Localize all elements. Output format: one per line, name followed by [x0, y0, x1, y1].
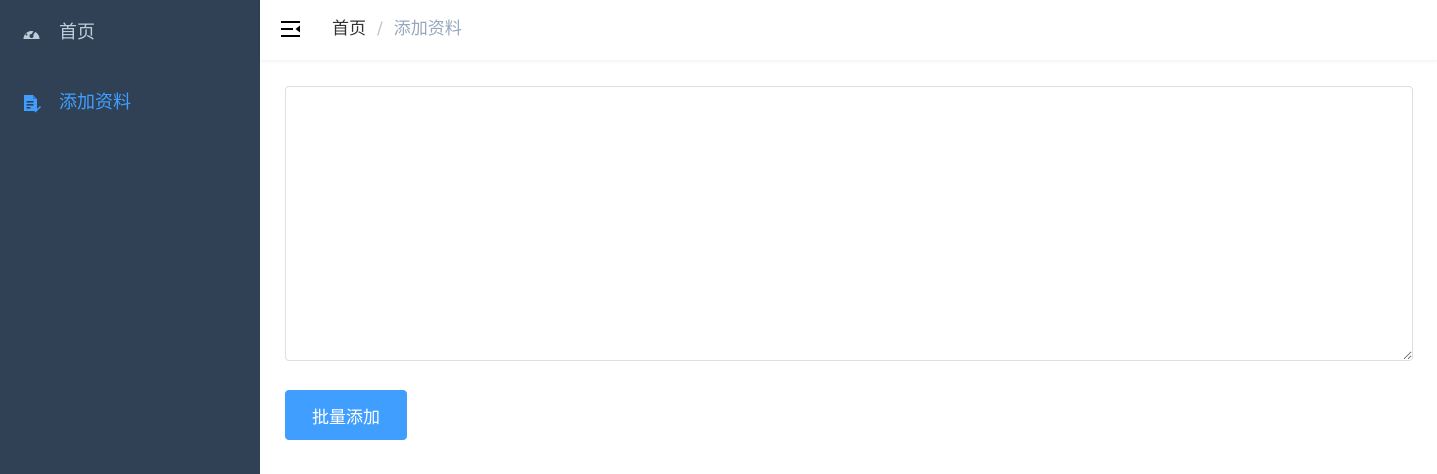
breadcrumb: 首页 / 添加资料 [332, 17, 462, 41]
sidebar: 首页 添加资料 [0, 0, 260, 474]
breadcrumb-current: 添加资料 [393, 19, 462, 39]
batch-add-button[interactable]: 批量添加 [285, 390, 407, 440]
sidebar-item-home[interactable]: 首页 [0, 5, 260, 61]
navbar: 首页 / 添加资料 [260, 0, 1437, 60]
breadcrumb-separator: / [377, 19, 383, 39]
breadcrumb-home[interactable]: 首页 [332, 17, 366, 41]
hamburger-icon[interactable] [280, 18, 302, 40]
document-edit-icon [21, 93, 41, 113]
sidebar-item-label: 首页 [59, 22, 95, 43]
app: 首页 添加资料 首页 / 添加资料 批量添加 [0, 0, 1437, 474]
sidebar-item-label: 添加资料 [59, 92, 131, 113]
sidebar-item-add-material[interactable]: 添加资料 [0, 75, 260, 131]
batch-input-textarea[interactable] [285, 86, 1413, 361]
dashboard-icon [21, 23, 41, 43]
